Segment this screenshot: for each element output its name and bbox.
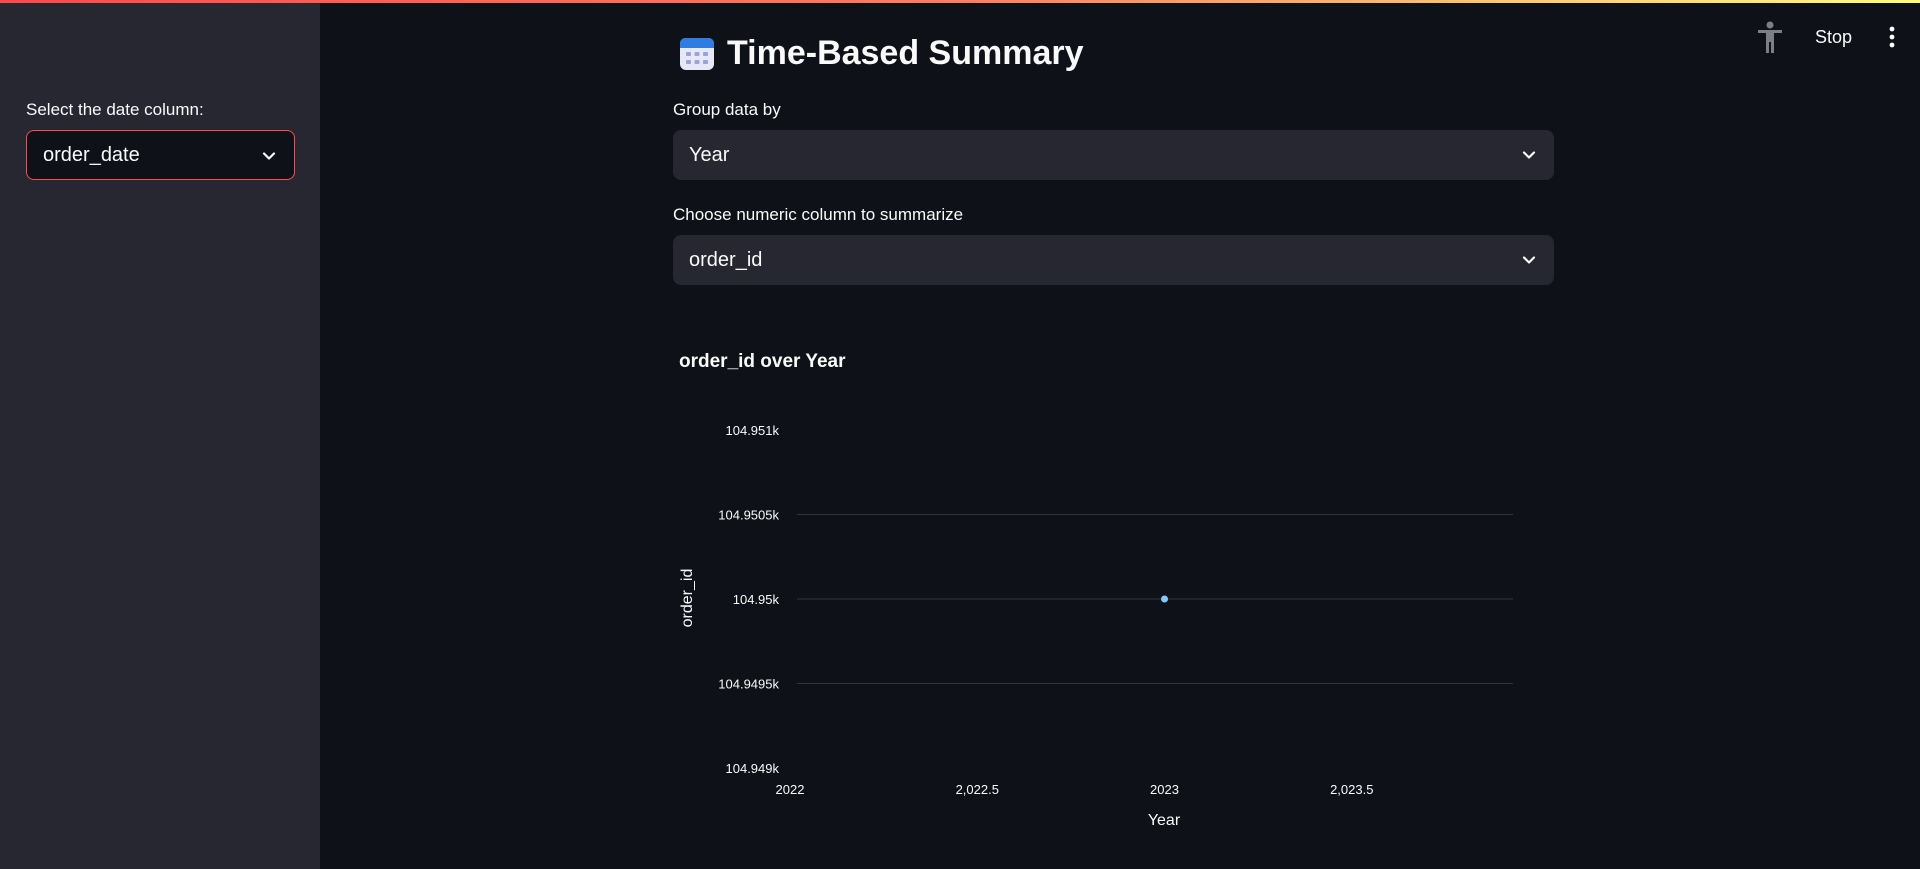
y-axis-ticks: 104.951k 104.9505k 104.95k 104.9495k 104.949… bbox=[718, 423, 779, 776]
x-axis-ticks: 2022 2,022.5 2023 2,023.5 bbox=[776, 782, 1374, 797]
x-tick-label: 2022 bbox=[776, 782, 805, 797]
x-tick-label: 2,022.5 bbox=[956, 782, 999, 797]
stop-button[interactable]: Stop bbox=[1815, 27, 1852, 48]
top-decoration-bar bbox=[0, 0, 1920, 3]
chevron-down-icon bbox=[262, 152, 276, 160]
date-column-value: order_date bbox=[43, 143, 140, 166]
header-actions: Stop bbox=[1755, 20, 1896, 54]
y-tick-label: 104.951k bbox=[726, 423, 780, 438]
y-tick-label: 104.9495k bbox=[718, 677, 779, 692]
x-axis-title: Year bbox=[1148, 812, 1181, 829]
y-tick-label: 104.949k bbox=[726, 761, 780, 776]
chart-grid bbox=[797, 514, 1513, 684]
data-point[interactable] bbox=[1161, 595, 1168, 603]
x-tick-label: 2023 bbox=[1150, 782, 1179, 797]
y-axis-title: order_id bbox=[679, 569, 696, 628]
date-column-select[interactable]: order_date bbox=[26, 130, 295, 180]
chart: 104.951k 104.9505k 104.95k 104.9495k 104.949… bbox=[679, 423, 1513, 829]
x-tick-label: 2,023.5 bbox=[1330, 782, 1373, 797]
y-tick-label: 104.95k bbox=[733, 592, 780, 607]
accessibility-icon[interactable] bbox=[1755, 20, 1785, 54]
y-tick-label: 104.9505k bbox=[718, 508, 779, 523]
kebab-menu-icon[interactable] bbox=[1888, 26, 1896, 48]
date-column-label: Select the date column: bbox=[26, 100, 204, 119]
sidebar: Select the date column: order_date bbox=[0, 0, 320, 869]
chart-points bbox=[1161, 595, 1168, 603]
